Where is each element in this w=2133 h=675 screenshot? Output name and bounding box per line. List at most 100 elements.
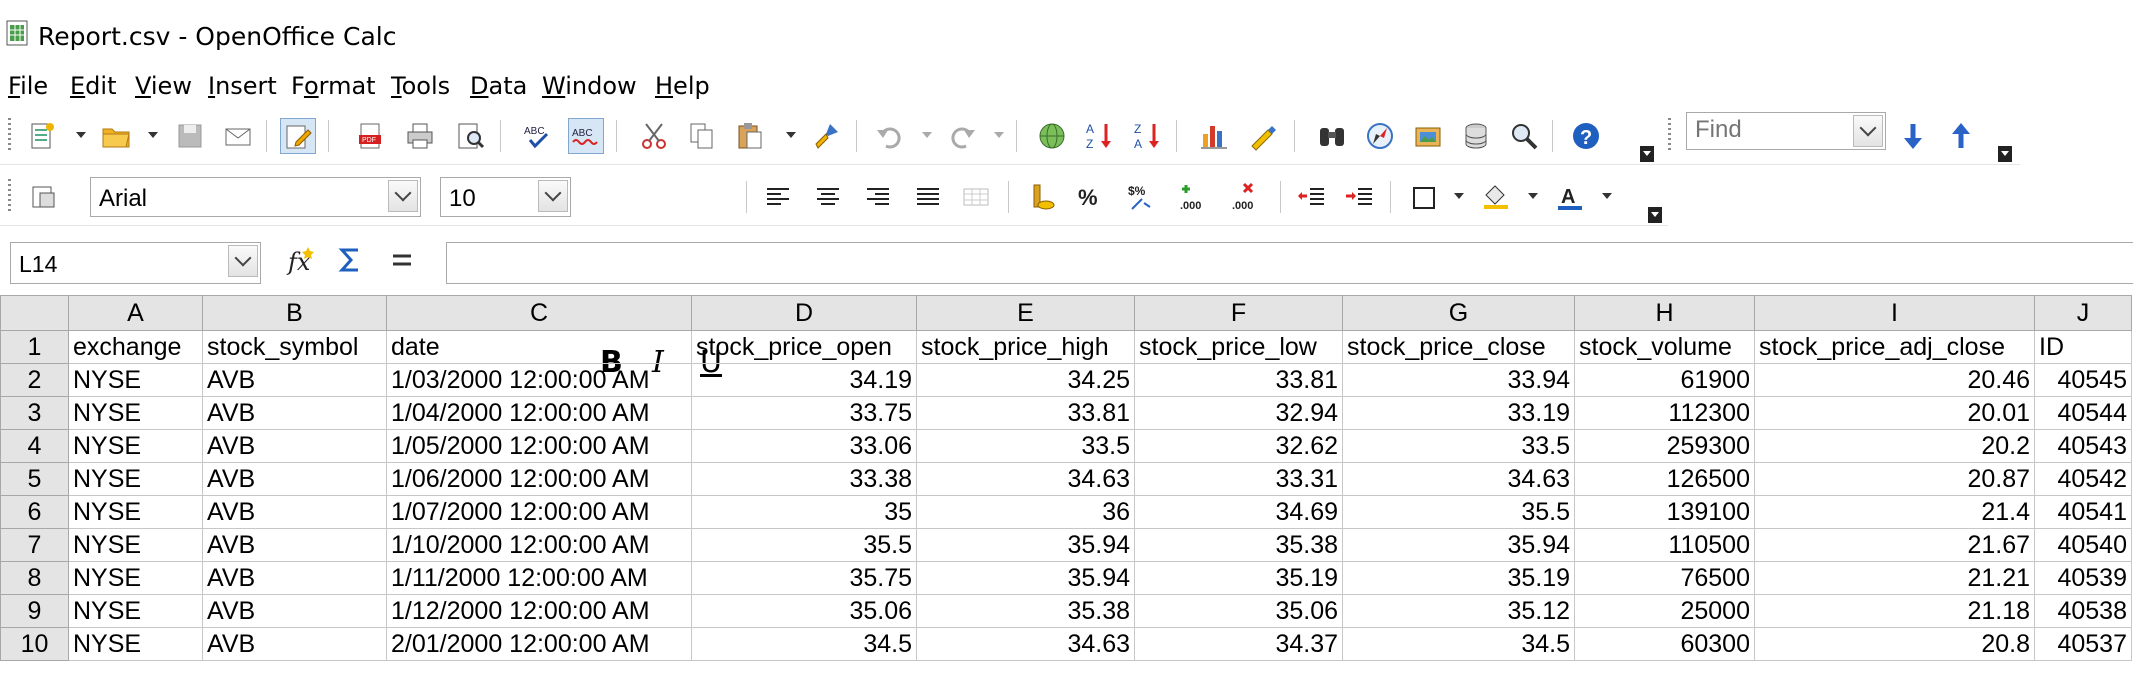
redo-button[interactable]	[944, 118, 980, 154]
table-cell[interactable]: ID	[2034, 330, 2132, 364]
table-cell[interactable]: 32.94	[1134, 396, 1343, 430]
table-cell[interactable]: 34.19	[691, 363, 917, 397]
table-cell[interactable]: 2/01/2000 12:00:00 AM	[386, 627, 692, 661]
table-cell[interactable]: 40539	[2034, 561, 2132, 595]
row-header[interactable]: 9	[0, 594, 69, 628]
table-cell[interactable]: 1/04/2000 12:00:00 AM	[386, 396, 692, 430]
cut-button[interactable]	[636, 118, 672, 154]
borders-button[interactable]	[1406, 179, 1442, 215]
new-dropdown-icon[interactable]	[76, 132, 86, 138]
table-cell[interactable]: 259300	[1574, 429, 1755, 463]
table-cell[interactable]: 33.19	[1342, 396, 1575, 430]
toolbar-grip[interactable]	[8, 179, 11, 213]
table-cell[interactable]: exchange	[68, 330, 203, 364]
table-cell[interactable]: NYSE	[68, 561, 203, 595]
background-color-button[interactable]	[1478, 179, 1514, 215]
table-cell[interactable]: 126500	[1574, 462, 1755, 496]
table-cell[interactable]: 33.5	[1342, 429, 1575, 463]
zoom-button[interactable]	[1506, 118, 1542, 154]
table-cell[interactable]: 40540	[2034, 528, 2132, 562]
new-document-button[interactable]	[24, 118, 60, 154]
table-cell[interactable]: NYSE	[68, 528, 203, 562]
table-cell[interactable]: 60300	[1574, 627, 1755, 661]
undo-dropdown-icon[interactable]	[922, 132, 932, 138]
table-cell[interactable]: 139100	[1574, 495, 1755, 529]
navigator-button[interactable]	[1362, 118, 1398, 154]
decrease-indent-button[interactable]	[1294, 179, 1330, 215]
show-draw-functions-button[interactable]	[1246, 118, 1282, 154]
table-cell[interactable]: 40542	[2034, 462, 2132, 496]
menu-help[interactable]: Help	[655, 72, 710, 100]
table-cell[interactable]: AVB	[202, 528, 387, 562]
table-cell[interactable]: 35.19	[1134, 561, 1343, 595]
delete-decimal-place-button[interactable]: .000	[1228, 179, 1264, 215]
find-toolbar-grip[interactable]	[1668, 118, 1671, 152]
table-cell[interactable]: AVB	[202, 561, 387, 595]
table-cell[interactable]: 20.46	[1754, 363, 2035, 397]
table-cell[interactable]: 36	[916, 495, 1135, 529]
email-document-button[interactable]	[220, 118, 256, 154]
align-center-button[interactable]	[810, 179, 846, 215]
table-cell[interactable]: NYSE	[68, 363, 203, 397]
column-header[interactable]: J	[2034, 295, 2132, 331]
table-cell[interactable]: 1/11/2000 12:00:00 AM	[386, 561, 692, 595]
row-header[interactable]: 7	[0, 528, 69, 562]
sort-ascending-button[interactable]: AZ	[1082, 118, 1118, 154]
styles-formatting-button[interactable]	[26, 179, 62, 215]
font-color-dropdown-icon[interactable]	[1602, 193, 1612, 199]
copy-button[interactable]	[684, 118, 720, 154]
table-cell[interactable]: 21.21	[1754, 561, 2035, 595]
column-header[interactable]: D	[691, 295, 917, 331]
row-header[interactable]: 6	[0, 495, 69, 529]
table-cell[interactable]: AVB	[202, 429, 387, 463]
table-cell[interactable]: 33.06	[691, 429, 917, 463]
table-cell[interactable]: 1/10/2000 12:00:00 AM	[386, 528, 692, 562]
table-cell[interactable]: 35.06	[691, 594, 917, 628]
data-sources-button[interactable]	[1458, 118, 1494, 154]
add-decimal-place-button[interactable]: .000	[1176, 179, 1212, 215]
table-cell[interactable]: 35	[691, 495, 917, 529]
formula-button[interactable]	[384, 242, 420, 278]
table-cell[interactable]: 20.87	[1754, 462, 2035, 496]
font-color-button[interactable]: A	[1552, 179, 1588, 215]
menu-data[interactable]: Data	[470, 72, 527, 100]
font-size-dropdown-button[interactable]	[538, 180, 568, 212]
table-cell[interactable]: stock_symbol	[202, 330, 387, 364]
table-cell[interactable]: 110500	[1574, 528, 1755, 562]
table-cell[interactable]: NYSE	[68, 429, 203, 463]
print-button[interactable]	[402, 118, 438, 154]
table-cell[interactable]: stock_price_low	[1134, 330, 1343, 364]
clone-formatting-button[interactable]	[808, 118, 844, 154]
table-cell[interactable]: stock_price_adj_close	[1754, 330, 2035, 364]
font-name-combobox[interactable]: Arial	[90, 177, 421, 217]
table-cell[interactable]: 34.63	[916, 462, 1135, 496]
table-cell[interactable]: 33.31	[1134, 462, 1343, 496]
table-cell[interactable]: 33.81	[1134, 363, 1343, 397]
table-cell[interactable]: 1/06/2000 12:00:00 AM	[386, 462, 692, 496]
select-all-corner[interactable]	[0, 295, 69, 331]
table-cell[interactable]: AVB	[202, 627, 387, 661]
table-cell[interactable]: AVB	[202, 396, 387, 430]
table-cell[interactable]: 20.8	[1754, 627, 2035, 661]
open-dropdown-icon[interactable]	[148, 132, 158, 138]
table-cell[interactable]: 35.06	[1134, 594, 1343, 628]
column-header[interactable]: I	[1754, 295, 2035, 331]
spellcheck-button[interactable]: ABC	[520, 118, 556, 154]
standard-format-button[interactable]: $%	[1124, 179, 1160, 215]
borders-dropdown-icon[interactable]	[1454, 193, 1464, 199]
table-cell[interactable]: 21.4	[1754, 495, 2035, 529]
save-button[interactable]	[172, 118, 208, 154]
table-cell[interactable]: 35.38	[916, 594, 1135, 628]
table-cell[interactable]: stock_volume	[1574, 330, 1755, 364]
table-cell[interactable]: stock_price_close	[1342, 330, 1575, 364]
find-toolbar-overflow-icon[interactable]	[1998, 146, 2012, 162]
font-size-combobox[interactable]: 10	[440, 177, 571, 217]
menu-insert[interactable]: Insert	[208, 72, 277, 100]
table-cell[interactable]: 33.75	[691, 396, 917, 430]
table-cell[interactable]: 33.94	[1342, 363, 1575, 397]
row-header[interactable]: 2	[0, 363, 69, 397]
row-header[interactable]: 1	[0, 330, 69, 364]
justify-button[interactable]	[910, 179, 946, 215]
column-header[interactable]: B	[202, 295, 387, 331]
open-button[interactable]	[98, 118, 134, 154]
